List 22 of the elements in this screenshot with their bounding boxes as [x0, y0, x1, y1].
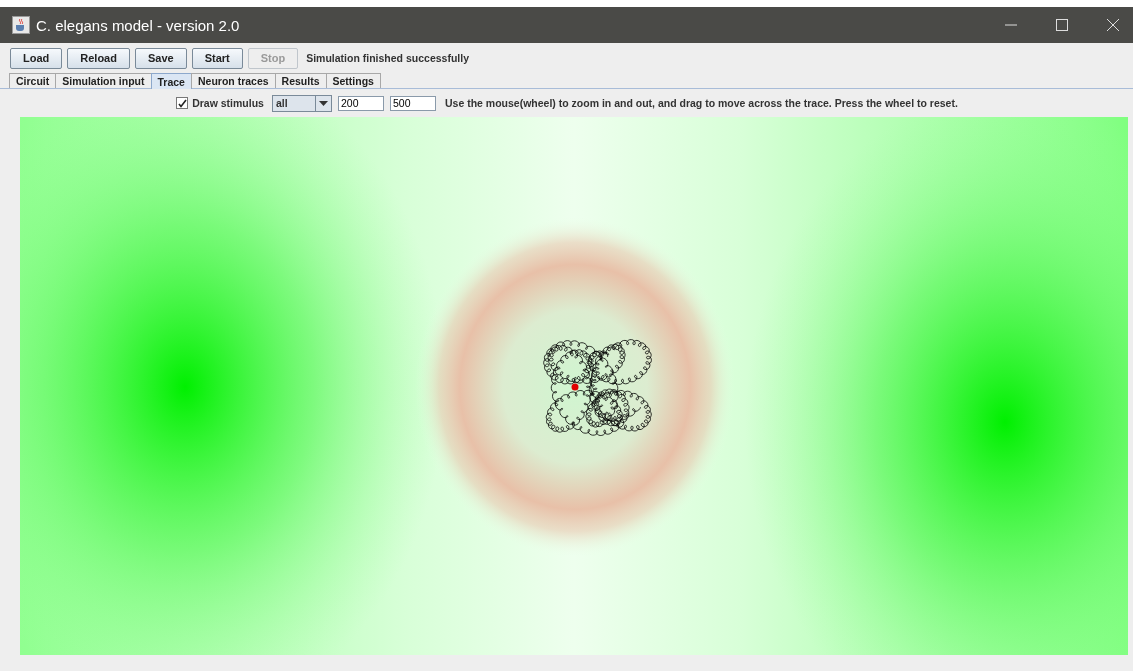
input-field[interactable]: 500 [389, 95, 436, 111]
neuron-dropdown[interactable]: all [271, 94, 332, 112]
maximize-icon[interactable] [1055, 18, 1069, 32]
caret-icon [318, 100, 328, 106]
tab[interactable]: Settings [325, 73, 381, 88]
hint-text: Use the mouse(wheel) to zoom in and out, and drag to move across the trace. Press the wheel to reset. [444, 97, 958, 109]
toolbar-button[interactable]: Start [191, 47, 243, 69]
tab[interactable]: Neuron traces [190, 73, 276, 88]
toolbar-button[interactable]: Save [134, 47, 187, 69]
window-title: C. elegans model - version 2.0 [36, 16, 240, 34]
tab[interactable]: Results [274, 73, 327, 88]
checkbox-label: Draw stimulus [192, 97, 264, 109]
coffee-cup-icon [12, 16, 30, 34]
checkbox[interactable] [176, 97, 189, 109]
tab[interactable]: Simulation input [55, 73, 152, 88]
status-text: Simulation finished successfully [306, 52, 469, 64]
toolbar-button[interactable]: Reload [67, 47, 130, 69]
toolbar-button[interactable]: Load [10, 47, 63, 69]
tab[interactable]: Trace [150, 73, 192, 89]
input-field[interactable]: 200 [337, 95, 384, 111]
tab[interactable]: Circuit [9, 73, 57, 88]
close-icon[interactable] [1106, 18, 1120, 32]
